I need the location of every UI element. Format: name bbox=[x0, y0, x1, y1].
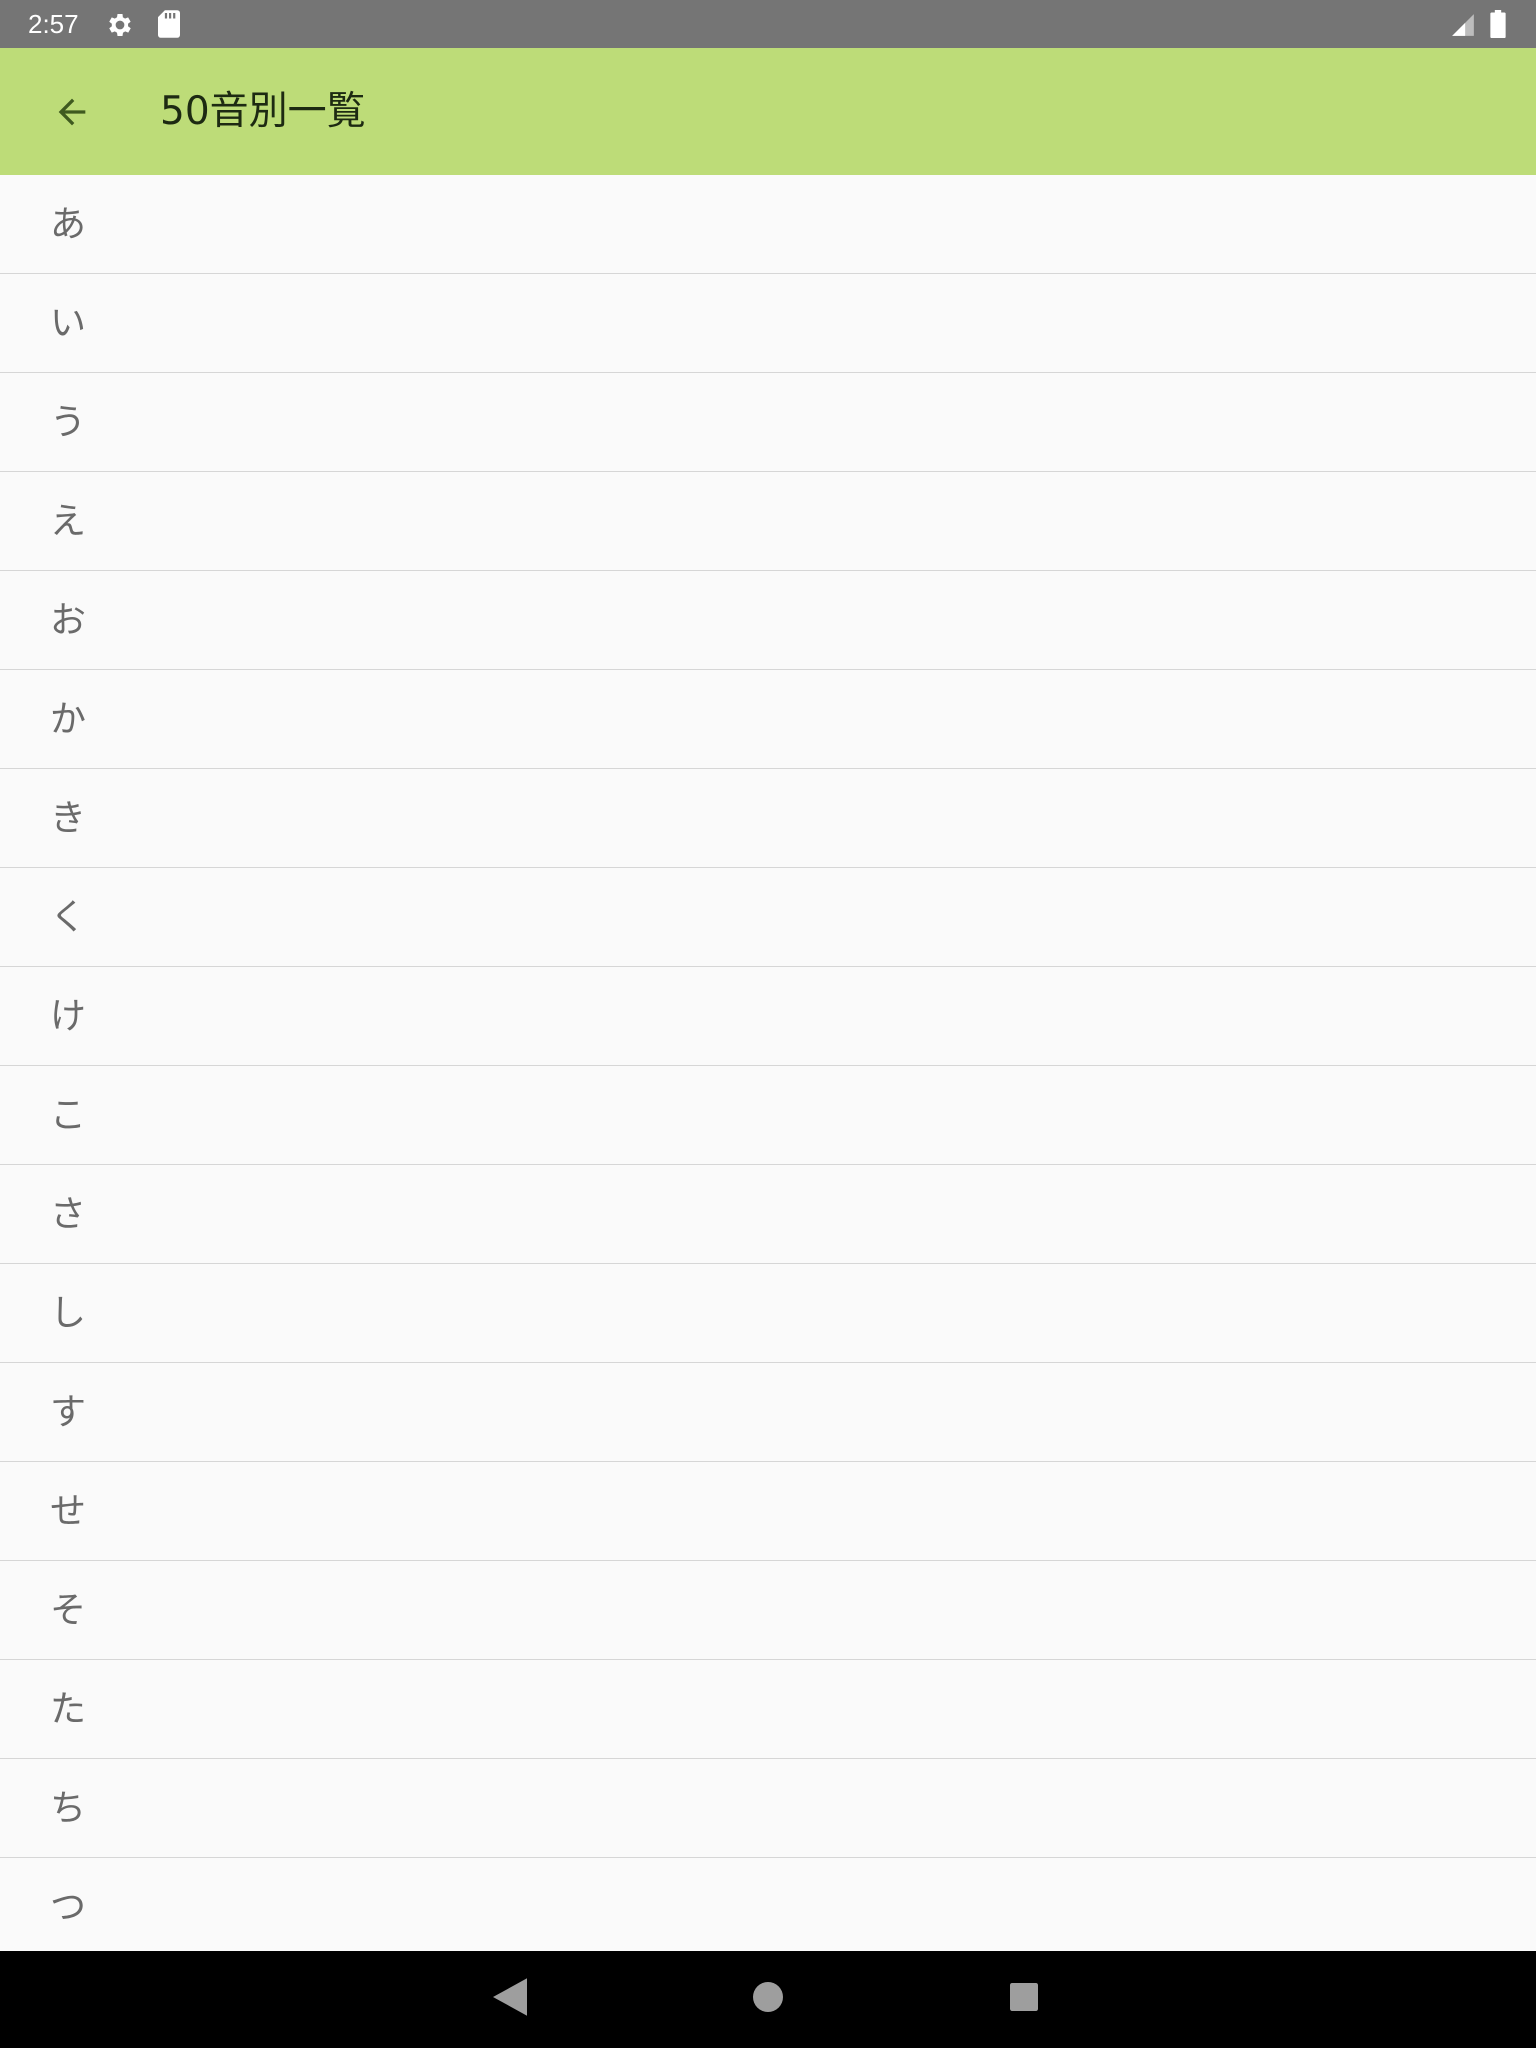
list-item-label: し bbox=[50, 1293, 87, 1334]
list-item-label: ち bbox=[50, 1788, 87, 1829]
arrow-left-icon bbox=[58, 98, 86, 126]
list-item[interactable]: き bbox=[0, 769, 1536, 868]
list-item-label: つ bbox=[50, 1887, 87, 1928]
list-item-label: そ bbox=[50, 1590, 87, 1631]
list-item[interactable]: お bbox=[0, 571, 1536, 670]
list-item[interactable]: た bbox=[0, 1660, 1536, 1759]
list-item[interactable]: せ bbox=[0, 1462, 1536, 1561]
kana-list: あ い う え お か き く け こ さ し す せ そ た ち つ bbox=[0, 175, 1536, 1951]
list-item[interactable]: く bbox=[0, 868, 1536, 967]
list-item[interactable]: か bbox=[0, 670, 1536, 769]
list-item-label: あ bbox=[50, 204, 87, 245]
battery-icon bbox=[1490, 10, 1506, 38]
signal-icon bbox=[1452, 14, 1474, 36]
list-item[interactable]: え bbox=[0, 472, 1536, 571]
list-item[interactable]: し bbox=[0, 1264, 1536, 1363]
list-item[interactable]: そ bbox=[0, 1561, 1536, 1660]
list-item[interactable]: ち bbox=[0, 1759, 1536, 1858]
list-item-label: た bbox=[50, 1689, 87, 1730]
list-item-label: せ bbox=[50, 1491, 87, 1532]
sd-card-icon bbox=[158, 10, 180, 38]
list-item-label: え bbox=[50, 501, 87, 542]
nav-recents-icon[interactable] bbox=[1010, 1983, 1038, 2011]
list-item-label: か bbox=[50, 699, 87, 740]
list-item[interactable]: い bbox=[0, 274, 1536, 373]
nav-home-icon[interactable] bbox=[753, 1982, 783, 2012]
list-item[interactable]: あ bbox=[0, 175, 1536, 274]
list-item[interactable]: け bbox=[0, 967, 1536, 1066]
list-item[interactable]: つ bbox=[0, 1858, 1536, 1951]
list-item[interactable]: う bbox=[0, 373, 1536, 472]
list-item-label: け bbox=[50, 996, 87, 1037]
status-time: 2:57 bbox=[28, 9, 79, 39]
app-bar: 50音別一覧 bbox=[0, 48, 1536, 175]
list-item-label: き bbox=[50, 798, 87, 839]
list-item-label: す bbox=[50, 1392, 87, 1433]
list-item-label: う bbox=[50, 402, 87, 443]
list-item[interactable]: さ bbox=[0, 1165, 1536, 1264]
nav-back-icon[interactable] bbox=[493, 1978, 527, 2016]
back-button[interactable] bbox=[40, 84, 104, 140]
navigation-bar bbox=[0, 1951, 1536, 2048]
list-item[interactable]: こ bbox=[0, 1066, 1536, 1165]
status-bar: 2:57 bbox=[0, 0, 1536, 48]
list-item[interactable]: す bbox=[0, 1363, 1536, 1462]
list-item-label: く bbox=[50, 897, 87, 938]
list-item-label: さ bbox=[50, 1194, 87, 1235]
list-item-label: お bbox=[50, 600, 87, 641]
list-item-label: い bbox=[50, 303, 87, 344]
list-item-label: こ bbox=[50, 1095, 87, 1136]
gear-icon bbox=[109, 14, 131, 36]
page-title: 50音別一覧 bbox=[160, 89, 366, 134]
